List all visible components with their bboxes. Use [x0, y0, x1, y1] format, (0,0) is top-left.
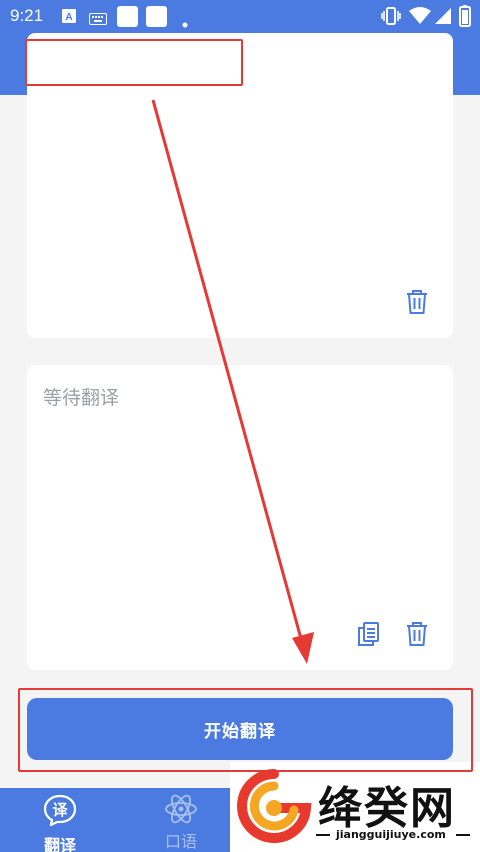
square-icon [146, 6, 167, 31]
watermark: 绛癸网 jiangguijiuye.com [230, 762, 480, 852]
watermark-url: jiangguijiuye.com [336, 828, 446, 841]
trash-icon[interactable] [405, 621, 429, 647]
atom-icon [164, 792, 198, 830]
keyboard-icon [89, 10, 107, 29]
nav-label-translate: 翻译 [43, 836, 76, 852]
nav-label-speaking: 口语 [164, 832, 197, 851]
result-placeholder: 等待翻译 [43, 387, 120, 409]
vibrate-icon [381, 7, 401, 29]
square-icon [117, 6, 138, 31]
svg-text:A: A [65, 12, 72, 23]
result-text-card: 等待翻译 [27, 365, 453, 670]
translate-bubble-icon: 译 [43, 794, 77, 830]
wifi-icon [409, 7, 431, 29]
watermark-line-left [316, 834, 330, 836]
nav-item-speaking[interactable]: 口语 [146, 788, 216, 852]
trash-icon[interactable] [405, 289, 429, 315]
watermark-logo-icon [236, 768, 312, 848]
watermark-line-right [456, 834, 470, 836]
status-time: 9:21 [10, 6, 44, 25]
signal-icon [434, 7, 452, 29]
annotation-box-input [25, 39, 243, 86]
a-badge-icon: A [62, 8, 76, 27]
nav-item-translate[interactable]: 译 翻译 [25, 788, 95, 852]
dot-icon [182, 13, 188, 32]
svg-text:译: 译 [52, 801, 68, 819]
watermark-title: 绛癸网 [318, 783, 456, 834]
battery-icon [459, 5, 471, 31]
copy-icon[interactable] [356, 621, 380, 647]
annotation-box-button [18, 688, 473, 772]
status-bar: 9:21 A [0, 0, 480, 33]
